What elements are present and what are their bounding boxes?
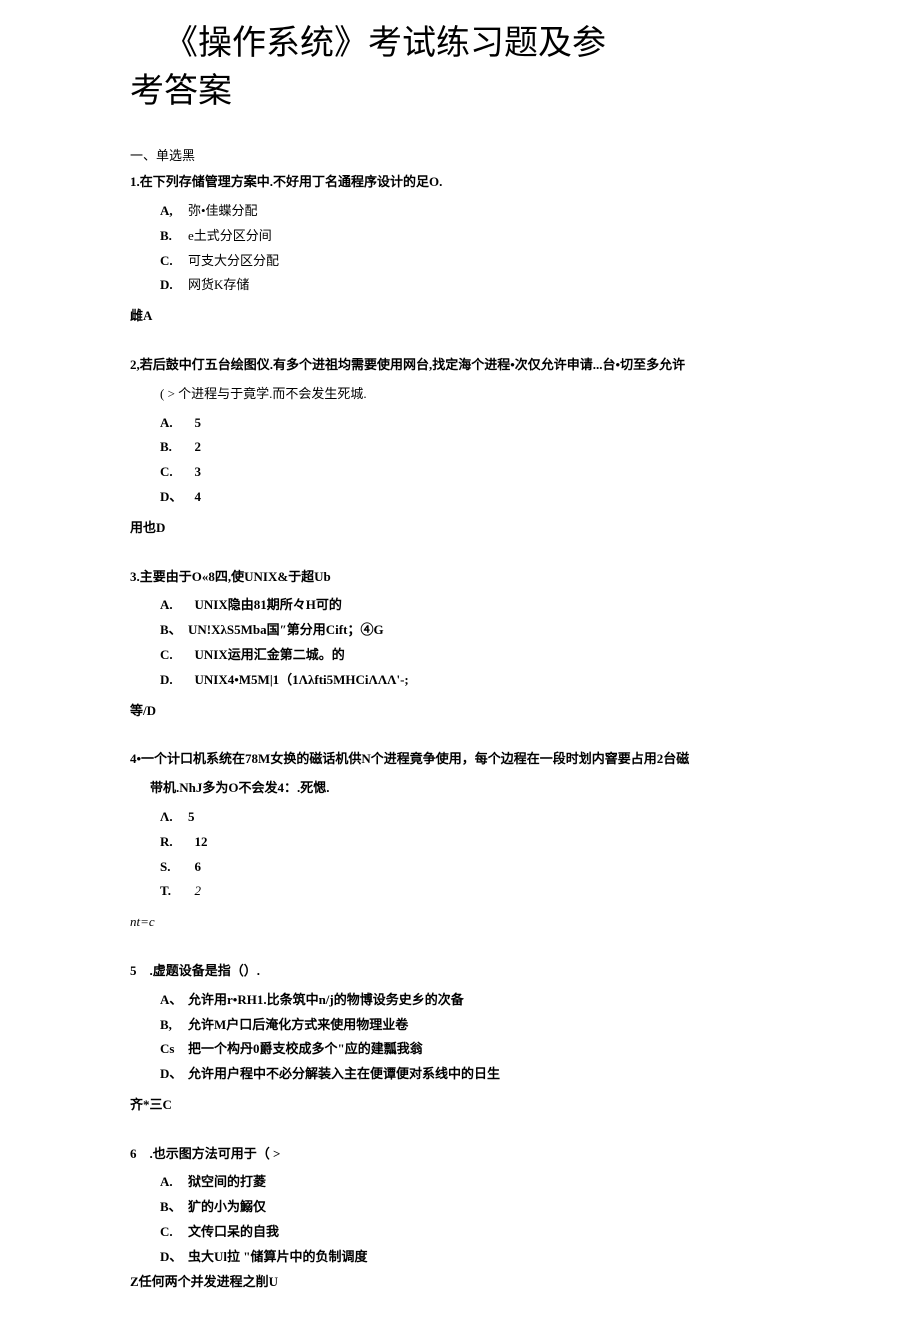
option-b: B,允许M户口后淹化方式来使用物理业卷: [160, 1015, 790, 1036]
option-d: D. UNIX4•M5M|1（1Λλfti5MHCiΛΛΛ'-;: [160, 670, 790, 691]
title-line-2: 考答案: [130, 68, 790, 116]
option-a: A、允许用r•RH1.比条筑中n/j的物博设务史乡的次备: [160, 990, 790, 1011]
document-page: 《操作系统》考试练习题及参 考答案 一、单选黑 1.在下列存储管理方案中.不好用…: [0, 0, 920, 1340]
question-text: 6 .也示图方法可用于（ >: [130, 1144, 790, 1165]
option-b: B. 2: [160, 437, 790, 458]
option-a: A,弥•佳蝶分配: [160, 201, 790, 222]
question-6: 6 .也示图方法可用于（ > A.狱空间的打菱 B、犷的小为鰯仅 C.文传口呆的…: [130, 1144, 790, 1293]
option-a: A. UNIX隐由81期所々H可的: [160, 595, 790, 616]
question-5: 5 .虚题设备是指（）. A、允许用r•RH1.比条筑中n/j的物博设务史乡的次…: [130, 961, 790, 1116]
answer: 用也D: [130, 518, 790, 539]
document-title: 《操作系统》考试练习题及参 考答案: [130, 20, 790, 115]
option-b: B.e土式分区分间: [160, 226, 790, 247]
title-line-1: 《操作系统》考试练习题及参: [130, 20, 790, 68]
question-text: 4•一个计口机系统在78M女换的磁话机供N个进程竟争使用，每个边程在一段时划内窨…: [130, 749, 790, 770]
options-list: A.狱空间的打菱 B、犷的小为鰯仅 C.文传口呆的自我 D、虫大Ul拉 "储算片…: [130, 1172, 790, 1292]
question-text-cont: ( > 个进程与于竟学.而不会发生死城.: [130, 384, 790, 405]
question-2: 2,若后鼓中仃五台绘图仪.有多个进祖均需要使用网台,找定海个进程•次仅允许申请.…: [130, 355, 790, 539]
option-b: B、犷的小为鰯仅: [160, 1197, 790, 1218]
question-text-cont: 带机.NhJ多为O不会发4：.死愢.: [130, 778, 790, 799]
question-4: 4•一个计口机系统在78M女换的磁话机供N个进程竟争使用，每个边程在一段时划内窨…: [130, 749, 790, 933]
question-3: 3.主要由于O«8四,使UNIX&于超Ub A. UNIX隐由81期所々H可的 …: [130, 567, 790, 722]
option-b: R. 12: [160, 832, 790, 853]
option-d: D、允许用户程中不必分解装入主在便谭便对系线中的日生: [160, 1064, 790, 1085]
answer: 雌A: [130, 306, 790, 327]
option-b: B、UN!XλS5Mba国″第分用Cift；④G: [160, 620, 790, 641]
question-text: 1.在下列存储管理方案中.不好用丁名通程序设计的足O.: [130, 172, 790, 193]
option-a: A. 5: [160, 413, 790, 434]
option-c: C.文传口呆的自我: [160, 1222, 790, 1243]
option-c: S. 6: [160, 857, 790, 878]
options-list: A. UNIX隐由81期所々H可的 B、UN!XλS5Mba国″第分用Cift；…: [130, 595, 790, 690]
options-list: A、允许用r•RH1.比条筑中n/j的物博设务史乡的次备 B,允许M户口后淹化方…: [130, 990, 790, 1085]
answer: nt=c: [130, 912, 790, 933]
answer: 齐*三C: [130, 1095, 790, 1116]
question-text: 5 .虚题设备是指（）.: [130, 961, 790, 982]
option-c: C. UNIX运用汇金第二城。的: [160, 645, 790, 666]
option-c: Cs把一个构丹0爵支校成多个"应的建瓢我翁: [160, 1039, 790, 1060]
answer: 等/D: [130, 701, 790, 722]
option-c: C. 3: [160, 462, 790, 483]
option-d: D、 4: [160, 487, 790, 508]
option-c: C.可支大分区分配: [160, 251, 790, 272]
options-list: Λ.5 R. 12 S. 6 T. 2: [130, 807, 790, 902]
question-1: 1.在下列存储管理方案中.不好用丁名通程序设计的足O. A,弥•佳蝶分配 B.e…: [130, 172, 790, 327]
question-text: 3.主要由于O«8四,使UNIX&于超Ub: [130, 567, 790, 588]
option-d: D、虫大Ul拉 "储算片中的负制调度: [160, 1247, 790, 1268]
option-d: D.网货K存储: [160, 275, 790, 296]
answer: Z任何两个并发进程之削U: [130, 1272, 790, 1293]
options-list: A,弥•佳蝶分配 B.e土式分区分间 C.可支大分区分配 D.网货K存储: [130, 201, 790, 296]
option-d: T. 2: [160, 881, 790, 902]
section-header: 一、单选黑: [130, 145, 790, 164]
question-text: 2,若后鼓中仃五台绘图仪.有多个进祖均需要使用网台,找定海个进程•次仅允许申请.…: [130, 355, 790, 376]
options-list: A. 5 B. 2 C. 3 D、 4: [130, 413, 790, 508]
option-a: Λ.5: [160, 807, 790, 828]
option-a: A.狱空间的打菱: [160, 1172, 790, 1193]
